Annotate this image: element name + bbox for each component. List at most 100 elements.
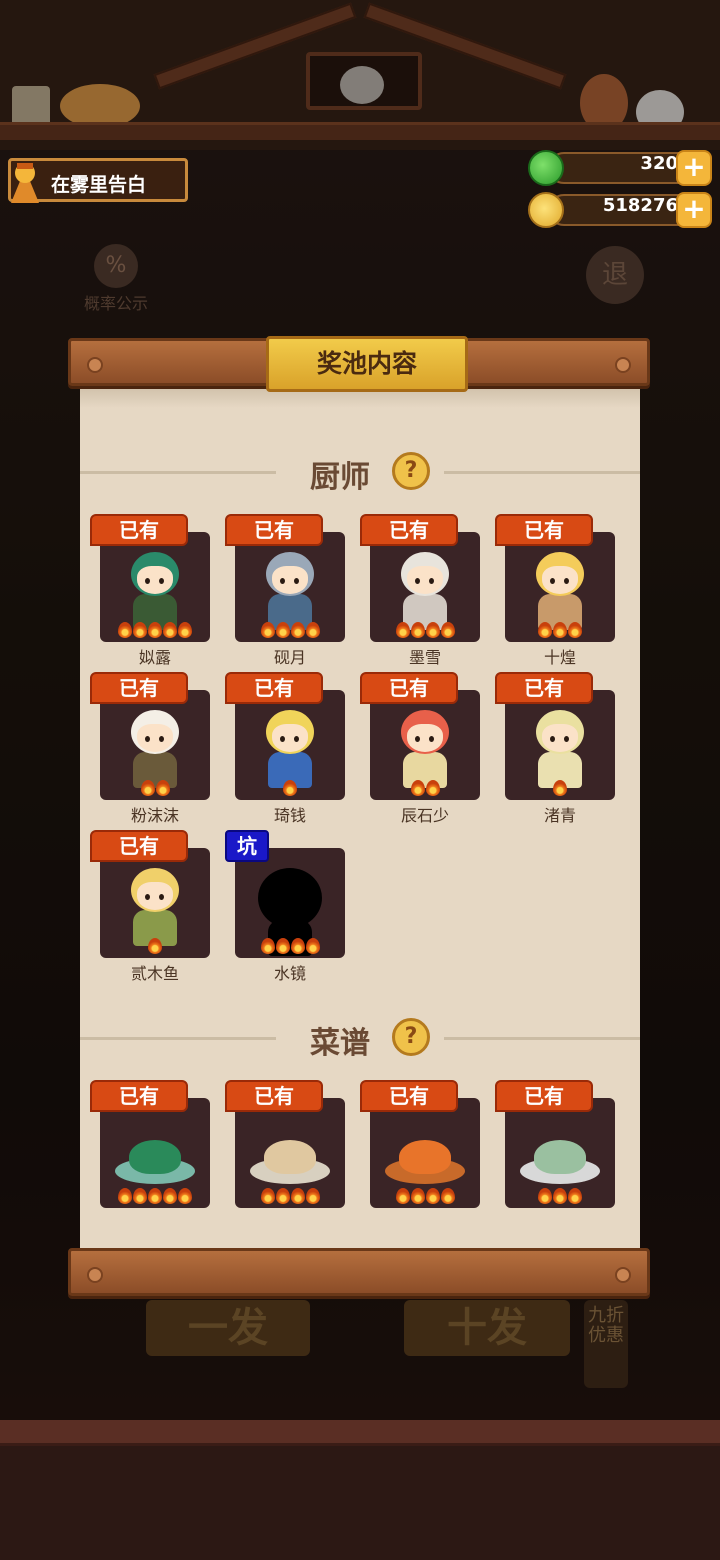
owned-badge: 已有 — [360, 514, 458, 546]
chef-card[interactable]: 已有十煌 — [495, 514, 615, 672]
owned-badge: 已有 — [360, 1080, 458, 1112]
flame-icon — [163, 622, 177, 638]
owned-badge: 已有 — [495, 514, 593, 546]
flame-icon — [440, 622, 455, 638]
dish-image — [505, 1098, 615, 1208]
flame-icon — [553, 1188, 567, 1204]
chef-card[interactable]: 已有辰石少 — [360, 672, 480, 830]
flame-icon — [260, 622, 275, 638]
item-name: 渚青 — [543, 806, 576, 825]
chef-section-label: 厨师 — [310, 460, 370, 495]
recipe-card[interactable]: 已有 — [495, 1080, 615, 1238]
dish-icon — [520, 1128, 600, 1188]
chef-avatar-icon — [258, 864, 322, 956]
flame-icon — [118, 622, 132, 638]
item-name: 姒露 — [138, 648, 171, 667]
recipe-section-header: 菜谱 ? — [80, 1016, 640, 1061]
item-name: 墨雪 — [408, 648, 441, 667]
flame-icon — [395, 622, 410, 638]
chef-avatar-icon — [530, 548, 590, 630]
player-banner[interactable]: 在雾里告白 — [8, 158, 188, 203]
flame-icon — [275, 1188, 290, 1204]
flame-icon — [305, 622, 320, 638]
flame-icon — [148, 938, 162, 954]
add-jade-button[interactable]: + — [676, 150, 712, 186]
chef-card[interactable]: 已有姒露 — [90, 514, 210, 672]
player-name: 在雾里告白 — [51, 174, 147, 196]
chef-card[interactable]: 坑水镜 — [225, 830, 345, 988]
chef-portrait — [505, 532, 615, 642]
owned-badge: 已有 — [495, 1080, 593, 1112]
flame-icon — [410, 780, 425, 796]
chef-avatar-icon — [260, 548, 320, 630]
dish-image — [100, 1098, 210, 1208]
flame-icon — [148, 622, 162, 638]
chef-avatar-icon — [260, 706, 320, 788]
coin-amount: 518276 — [602, 195, 678, 216]
rarity-flames — [235, 1188, 345, 1204]
dish-icon — [115, 1128, 195, 1188]
add-coin-button[interactable]: + — [676, 192, 712, 228]
flame-icon — [425, 780, 440, 796]
flame-icon — [538, 622, 552, 638]
chef-card[interactable]: 已有 砚月 — [225, 514, 345, 672]
chef-card[interactable]: 已有 渚青 — [495, 672, 615, 830]
chef-portrait — [100, 848, 210, 958]
item-name: 贰木鱼 — [130, 964, 179, 983]
ten-draw-button[interactable]: 十发 — [404, 1300, 570, 1356]
flame-icon — [155, 780, 170, 796]
item-name: 水镜 — [273, 964, 306, 983]
owned-badge: 已有 — [360, 672, 458, 704]
recipe-help-icon[interactable]: ? — [392, 1018, 430, 1056]
flame-icon — [395, 1188, 410, 1204]
chef-card[interactable]: 已有 粉沫沫 — [90, 672, 210, 830]
recipe-card[interactable]: 已有 — [90, 1080, 210, 1238]
flame-icon — [275, 622, 290, 638]
chef-portrait — [100, 690, 210, 800]
dish-icon — [385, 1128, 465, 1188]
chef-avatar-icon — [395, 548, 455, 630]
panel-title: 奖池内容 — [316, 349, 417, 378]
rarity-flames — [235, 938, 345, 954]
item-name: 粉沫沫 — [130, 806, 179, 825]
flame-icon — [290, 938, 305, 954]
flame-icon — [553, 622, 567, 638]
chef-portrait — [505, 690, 615, 800]
rarity-flames — [100, 622, 210, 638]
scroll-rod-bottom — [68, 1248, 650, 1296]
flame-icon — [538, 1188, 552, 1204]
recipe-card[interactable]: 已有 — [360, 1080, 480, 1238]
exit-button[interactable]: 退 — [586, 246, 644, 304]
chef-avatar-icon — [125, 548, 185, 630]
probability-button[interactable]: % 概率公示 — [74, 244, 158, 314]
chef-portrait — [235, 532, 345, 642]
pit-badge: 坑 — [225, 830, 269, 862]
rarity-flames — [370, 1188, 480, 1204]
rarity-flames — [235, 622, 345, 638]
item-name: 辰石少 — [400, 806, 449, 825]
chef-help-icon[interactable]: ? — [392, 452, 430, 490]
recipe-card[interactable]: 已有 — [225, 1080, 345, 1238]
panel-title-plaque: 奖池内容 — [266, 336, 468, 392]
chef-card[interactable]: 已有墨雪 — [360, 514, 480, 672]
jade-amount: 320 — [640, 153, 678, 174]
flame-icon — [178, 622, 192, 638]
floor — [0, 1420, 720, 1560]
chef-card[interactable]: 已有 琦钱 — [225, 672, 345, 830]
rarity-flames — [505, 622, 615, 638]
single-draw-button[interactable]: 一发 — [146, 1300, 310, 1356]
player-avatar-icon — [11, 163, 39, 203]
chef-portrait — [370, 532, 480, 642]
flame-icon — [275, 938, 290, 954]
owned-badge: 已有 — [90, 514, 188, 546]
flame-icon — [290, 622, 305, 638]
item-name: 十煌 — [543, 648, 576, 667]
owned-badge: 已有 — [225, 672, 323, 704]
jade-icon — [528, 150, 564, 186]
flame-icon — [283, 780, 297, 796]
chef-card[interactable]: 已有 贰木鱼 — [90, 830, 210, 988]
chef-portrait — [100, 532, 210, 642]
flame-icon — [148, 1188, 162, 1204]
chef-avatar-icon — [125, 706, 185, 788]
coin-counter: 518276 + — [528, 190, 712, 230]
